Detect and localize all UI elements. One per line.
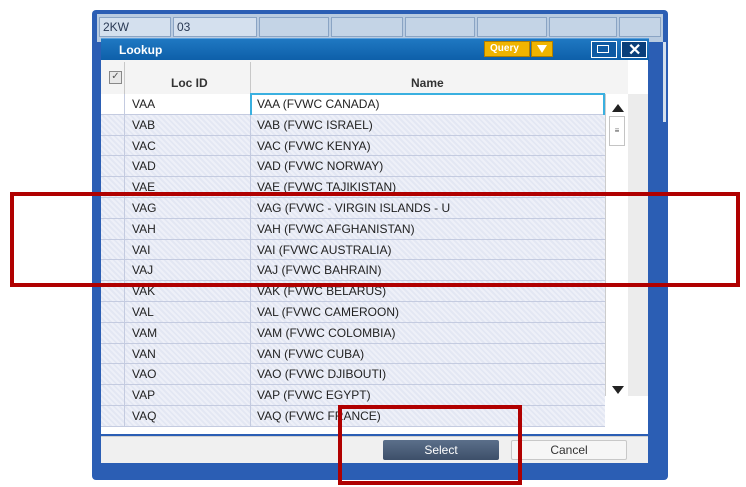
table-row[interactable]: VAN VAN (FVWC CUBA) (101, 343, 605, 365)
background-cell (549, 17, 617, 37)
loc-id-cell: VAM (132, 325, 158, 340)
name-cell: VAO (FVWC DJIBOUTI) (257, 367, 387, 382)
table-row[interactable]: VAK VAK (FVWC BELARUS) (101, 281, 605, 302)
name-cell: VAL (FVWC CAMEROON) (257, 304, 400, 319)
column-header-loc-id[interactable]: Loc ID (171, 76, 208, 90)
loc-id-cell: VAN (132, 346, 156, 361)
loc-id-cell: VAG (132, 200, 157, 215)
query-dropdown-button[interactable] (531, 41, 553, 57)
loc-id-cell: VAK (132, 284, 156, 299)
maximize-button[interactable] (591, 41, 617, 58)
dialog-footer: Select Cancel (101, 436, 648, 463)
vertical-scrollbar[interactable]: ≡ (605, 94, 628, 396)
name-cell: VAB (FVWC ISRAEL) (257, 117, 373, 132)
name-cell: VAJ (FVWC BAHRAIN) (257, 263, 382, 278)
table-row[interactable]: VAB VAB (FVWC ISRAEL) (101, 114, 605, 136)
name-cell: VAD (FVWC NORWAY) (257, 159, 384, 174)
name-cell: VAN (FVWC CUBA) (257, 346, 365, 361)
name-cell: VAE (FVWC TAJIKISTAN) (257, 180, 397, 195)
cancel-button[interactable]: Cancel (511, 440, 627, 460)
table-row[interactable]: VAI VAI (FVWC AUSTRALIA) (101, 239, 605, 261)
table-rows: VAA VAA (FVWC CANADA) VAB VAB (FVWC ISRAEL… (101, 93, 605, 427)
loc-id-cell: VAD (132, 159, 156, 174)
background-strip (663, 42, 666, 122)
caret-down-icon (537, 45, 547, 53)
background-cell (405, 17, 475, 37)
loc-id-cell: VAL (132, 304, 154, 319)
loc-id-cell: VAC (132, 138, 156, 153)
maximize-icon (597, 45, 609, 53)
table-row[interactable]: VAM VAM (FVWC COLOMBIA) (101, 322, 605, 344)
select-button[interactable]: Select (383, 440, 499, 460)
table-row[interactable]: VAH VAH (FVWC AFGHANISTAN) (101, 218, 605, 240)
dialog-titlebar[interactable]: Lookup Query ✕ (101, 38, 649, 61)
table-row[interactable]: VAG VAG (FVWC - VIRGIN ISLANDS - U (101, 197, 605, 219)
background-cell (619, 17, 661, 37)
scroll-up-icon[interactable] (612, 104, 624, 112)
lookup-content: ✓ Loc ID Name VAA VAA (FVWC CANADA) VAB VA… (101, 60, 648, 463)
name-cell: VAI (FVWC AUSTRALIA) (257, 242, 392, 257)
scroll-thumb[interactable]: ≡ (609, 116, 625, 146)
loc-id-cell: VAJ (132, 263, 154, 278)
table-row[interactable]: VAA VAA (FVWC CANADA) (101, 93, 605, 117)
name-cell: VAK (FVWC BELARUS) (257, 284, 387, 299)
scroll-down-icon[interactable] (612, 386, 624, 394)
table-row[interactable]: VAE VAE (FVWC TAJIKISTAN) (101, 177, 605, 198)
close-button[interactable]: ✕ (621, 41, 647, 59)
background-cell (331, 17, 403, 37)
loc-id-cell: VAH (132, 221, 156, 236)
loc-id-cell: VAI (132, 242, 151, 257)
name-cell: VAC (FVWC KENYA) (257, 138, 371, 153)
loc-id-cell: VAO (132, 367, 157, 382)
header-divider (124, 62, 125, 94)
background-cell: 03 (173, 17, 257, 37)
header-divider (250, 62, 251, 94)
table-row[interactable]: VAL VAL (FVWC CAMEROON) (101, 301, 605, 323)
query-button[interactable]: Query (484, 41, 530, 57)
name-cell: VAH (FVWC AFGHANISTAN) (257, 221, 415, 236)
loc-id-cell: VAB (132, 117, 156, 132)
name-cell: VAG (FVWC - VIRGIN ISLANDS - U (257, 200, 451, 215)
dialog-title: Lookup (119, 43, 163, 57)
name-cell: VAM (FVWC COLOMBIA) (257, 325, 396, 340)
table-row[interactable]: VAJ VAJ (FVWC BAHRAIN) (101, 260, 605, 282)
name-cell: VAP (FVWC EGYPT) (257, 388, 371, 403)
loc-id-cell: VAQ (132, 408, 157, 423)
column-header-name[interactable]: Name (411, 76, 444, 90)
close-icon: ✕ (628, 42, 642, 59)
name-cell: VAQ (FVWC FRANCE) (257, 408, 381, 423)
background-cell (477, 17, 547, 37)
select-all-checkbox[interactable]: ✓ (109, 71, 122, 84)
background-cell (259, 17, 329, 37)
loc-id-cell: VAA (132, 97, 156, 111)
table-row[interactable]: VAC VAC (FVWC KENYA) (101, 135, 605, 157)
table-header: ✓ Loc ID Name (101, 60, 628, 95)
table-row[interactable]: VAQ VAQ (FVWC FRANCE) (101, 405, 605, 427)
right-strip (628, 94, 648, 396)
loc-id-cell: VAP (132, 388, 156, 403)
name-cell: VAA (FVWC CANADA) (257, 97, 380, 111)
table-row[interactable]: VAP VAP (FVWC EGYPT) (101, 385, 605, 406)
loc-id-cell: VAE (132, 180, 156, 195)
table-row[interactable]: VAO VAO (FVWC DJIBOUTI) (101, 364, 605, 386)
background-cell: 2KW (99, 17, 171, 37)
table-row[interactable]: VAD VAD (FVWC NORWAY) (101, 156, 605, 178)
